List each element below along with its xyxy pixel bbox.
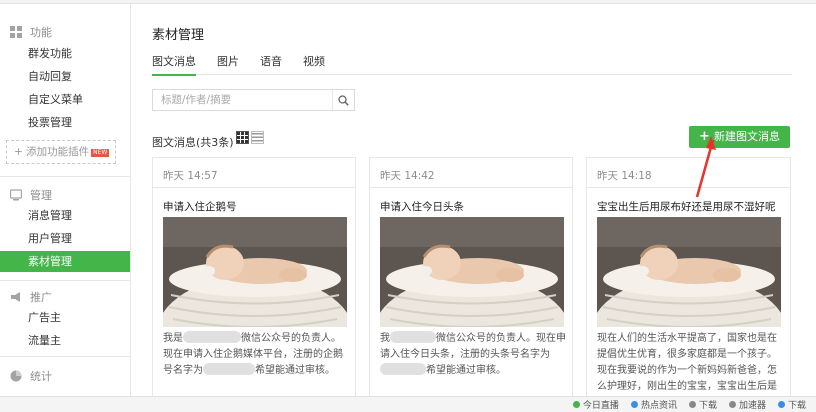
sidebar-divider — [0, 356, 130, 357]
search-box — [152, 89, 355, 111]
article-summary: 我微信公众号的负责人。现在申请入住今日头条，注册的头条号名字为希望能通过审核。 — [380, 331, 566, 379]
summary-text: 我 — [380, 333, 390, 344]
new-article-button[interactable]: + 新建图文消息 — [689, 126, 790, 148]
summary-text: 希望能通过审核。 — [255, 365, 335, 376]
news-icon — [630, 401, 638, 408]
sidebar-section-label: 推广 — [30, 291, 52, 304]
summary-text: 希望能通过审核。 — [426, 365, 506, 376]
page-title: 素材管理 — [152, 28, 205, 43]
download-icon — [688, 401, 696, 408]
sidebar-divider — [0, 176, 130, 177]
tab-articles[interactable]: 图文消息 — [152, 53, 196, 76]
article-time: 昨天 14:57 — [163, 170, 218, 182]
card-divider — [153, 187, 355, 188]
sidebar-item-users[interactable]: 用户管理 — [0, 228, 130, 249]
status-item[interactable]: 今日直播 — [572, 398, 619, 411]
status-item[interactable]: 热点资讯 — [630, 398, 677, 411]
add-plugin-button[interactable]: + 添加功能插件 NEW — [6, 140, 116, 164]
article-count-label: 图文消息(共3条) — [152, 136, 234, 149]
baby-in-basket-image — [163, 217, 347, 327]
sidebar-item-custom-menu[interactable]: 自定义菜单 — [0, 89, 130, 110]
baby-in-basket-image — [597, 217, 781, 327]
sidebar-item-messages[interactable]: 消息管理 — [0, 205, 130, 226]
monitor-icon — [10, 189, 22, 201]
grid-icon — [10, 26, 22, 38]
baby-in-basket-image — [380, 217, 564, 327]
sidebar: 功能 群发功能 自动回复 自定义菜单 投票管理 + 添加功能插件 NEW 管理 消… — [0, 4, 131, 396]
megaphone-icon — [11, 292, 20, 302]
sidebar-section-features: 功能 — [10, 24, 52, 40]
card-divider — [370, 187, 572, 188]
article-thumbnail — [597, 217, 781, 327]
search-button[interactable] — [332, 90, 354, 110]
article-card[interactable]: 昨天 14:42 申请入住今日头条 我微信公众号的负责人。现在申请入住今日头条，… — [369, 157, 573, 397]
sidebar-section-stats[interactable]: 统计 — [10, 368, 52, 384]
main-content: 素材管理 图文消息 图片 语音 视频 图文消息(共3条) +新建图文消息 昨天 … — [131, 4, 816, 397]
new-article-label: 新建图文消息 — [713, 130, 780, 143]
card-divider — [587, 187, 790, 188]
article-title: 申请入住企鹅号 — [163, 201, 237, 213]
sidebar-item-mass-send[interactable]: 群发功能 — [0, 43, 130, 64]
sidebar-section-label: 统计 — [30, 370, 52, 383]
sidebar-item-auto-reply[interactable]: 自动回复 — [0, 66, 130, 87]
status-item[interactable]: 下载 — [777, 398, 806, 411]
article-card[interactable]: 昨天 14:57 申请入住企鹅号 我是 微信公众号的负责人。现在申请入住企鹅媒体平… — [152, 157, 356, 397]
article-summary: 现在人们的生活水平提高了，国家也是在提倡优生优育，很多家庭都是一个孩子。现在我要… — [597, 333, 777, 392]
plus-icon: + — [699, 129, 710, 144]
card-view-button[interactable] — [236, 131, 249, 144]
view-toggle — [236, 131, 264, 144]
grid-view-icon — [237, 132, 248, 143]
redacted-name — [183, 331, 241, 343]
sidebar-item-advertiser[interactable]: 广告主 — [0, 307, 130, 328]
live-icon — [572, 401, 580, 408]
search-icon — [338, 94, 349, 106]
redacted-name — [390, 331, 436, 343]
sidebar-item-materials[interactable]: 素材管理 — [0, 251, 130, 272]
article-summary: 我是 微信公众号的负责人。现在申请入住企鹅媒体平台，注册的企鹅号名字为 希望能通过审… — [163, 331, 349, 379]
article-time: 昨天 14:18 — [597, 170, 652, 182]
summary-text: 我是 — [163, 333, 183, 344]
search-input[interactable] — [153, 90, 332, 110]
tab-voice[interactable]: 语音 — [260, 53, 282, 69]
new-badge: NEW — [91, 149, 110, 157]
tab-bar: 图文消息 图片 语音 视频 — [152, 50, 792, 76]
tab-video[interactable]: 视频 — [303, 53, 325, 69]
sidebar-section-promote: 推广 — [10, 289, 52, 305]
article-thumbnail — [380, 217, 564, 327]
article-thumbnail — [163, 217, 347, 327]
tab-images[interactable]: 图片 — [217, 53, 239, 69]
list-view-icon — [252, 133, 263, 142]
status-item[interactable]: 下载 — [688, 398, 717, 411]
add-plugin-label: + 添加功能插件 — [14, 146, 90, 158]
status-bar: 今日直播 热点资讯 下载 加速器 下载 — [0, 396, 816, 412]
sidebar-section-manage: 管理 — [10, 187, 52, 203]
sidebar-item-vote[interactable]: 投票管理 — [0, 112, 130, 133]
article-time: 昨天 14:42 — [380, 170, 435, 182]
article-card[interactable]: 昨天 14:18 宝宝出生后用尿布好还是用尿不湿好呢 现在人们的生活水平提高了，… — [586, 157, 791, 397]
status-item[interactable]: 加速器 — [728, 398, 766, 411]
sidebar-section-label: 管理 — [30, 189, 52, 202]
status-items: 今日直播 热点资讯 下载 加速器 下载 — [572, 398, 806, 411]
sidebar-item-traffic-owner[interactable]: 流量主 — [0, 330, 130, 351]
article-title: 宝宝出生后用尿布好还是用尿不湿好呢 — [597, 201, 776, 213]
list-view-button[interactable] — [251, 131, 264, 144]
article-title: 申请入住今日头条 — [380, 201, 464, 213]
sidebar-divider — [0, 280, 130, 281]
chart-pie-icon — [10, 370, 22, 382]
redacted-name — [203, 363, 255, 375]
accelerator-icon — [728, 401, 736, 408]
sidebar-section-label: 功能 — [30, 26, 52, 39]
download-icon — [777, 401, 785, 408]
redacted-name — [380, 363, 426, 375]
